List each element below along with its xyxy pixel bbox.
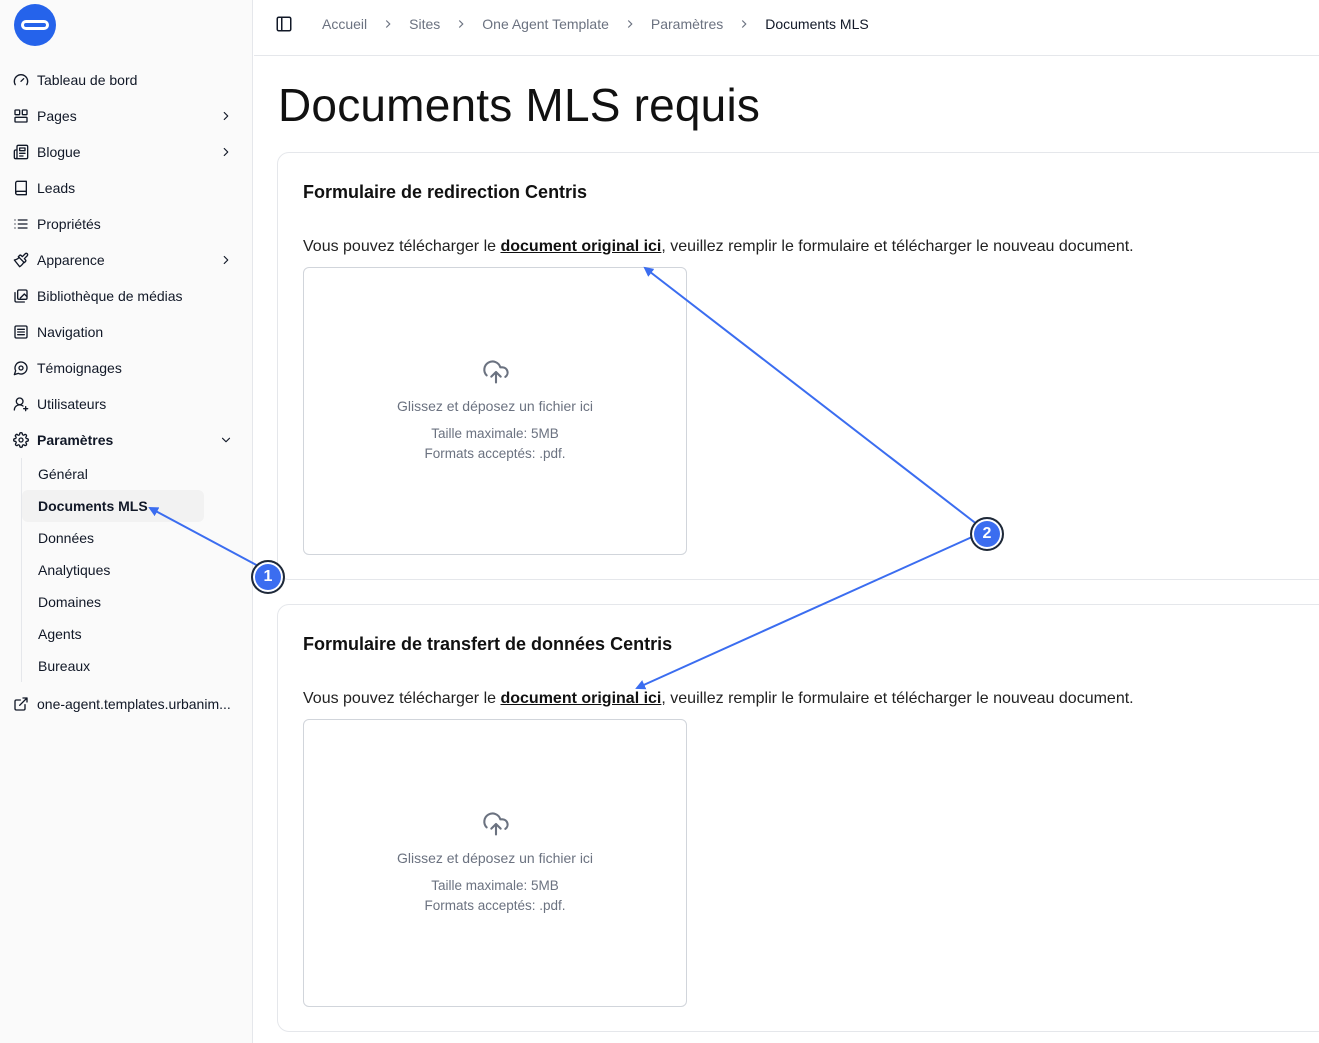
dropzone-instruction: Glissez et déposez un fichier ici bbox=[396, 398, 594, 414]
sidebar-item-label: one-agent.templates.urbanim... bbox=[37, 696, 231, 712]
sidebar-item-label: Utilisateurs bbox=[37, 396, 107, 412]
top-header: Accueil Sites One Agent Template Paramèt… bbox=[254, 0, 1319, 56]
original-document-link[interactable]: document original ici bbox=[500, 690, 661, 707]
section-description: Vous pouvez télécharger le document orig… bbox=[303, 238, 1134, 256]
panel-left-icon bbox=[276, 16, 292, 32]
gear-icon bbox=[13, 432, 29, 448]
sidebar-external-site-link[interactable]: one-agent.templates.urbanim... bbox=[0, 686, 253, 722]
breadcrumb-settings[interactable]: Paramètres bbox=[651, 16, 723, 32]
cloud-upload-icon bbox=[482, 358, 510, 386]
sidebar-item-label: Pages bbox=[37, 108, 77, 124]
chevron-right-icon bbox=[454, 17, 468, 31]
sidebar-item-label: Témoignages bbox=[37, 360, 122, 376]
chevron-right-icon bbox=[623, 17, 637, 31]
sidebar-item-label: Blogue bbox=[37, 144, 81, 160]
app-logo[interactable] bbox=[14, 4, 56, 46]
breadcrumb-sites[interactable]: Sites bbox=[409, 16, 440, 32]
newspaper-icon bbox=[13, 144, 29, 160]
chevron-right-icon bbox=[219, 109, 233, 123]
sidebar: Tableau de bord Pages Blogue Leads Propr… bbox=[0, 0, 253, 1043]
sidebar-item-appearance[interactable]: Apparence bbox=[0, 242, 253, 278]
page-title: Documents MLS requis bbox=[278, 79, 761, 131]
sidebar-item-label: Propriétés bbox=[37, 216, 101, 232]
sidebar-nav: Tableau de bord Pages Blogue Leads Propr… bbox=[0, 62, 253, 722]
section-card-redirection: Formulaire de redirection Centris Vous p… bbox=[277, 152, 1319, 580]
description-text: , veuillez remplir le formulaire et télé… bbox=[661, 238, 1134, 255]
sidebar-item-dashboard[interactable]: Tableau de bord bbox=[0, 62, 253, 98]
subnav-item-analytics[interactable]: Analytiques bbox=[22, 554, 219, 586]
images-icon bbox=[13, 288, 29, 304]
subnav-item-data[interactable]: Données bbox=[22, 522, 219, 554]
users-icon bbox=[13, 396, 29, 412]
menu-square-icon bbox=[13, 324, 29, 340]
dropzone-instruction: Glissez et déposez un fichier ici bbox=[396, 850, 594, 866]
sidebar-item-users[interactable]: Utilisateurs bbox=[0, 386, 253, 422]
dropzone-max-size: Taille maximale: 5MB bbox=[431, 426, 559, 441]
chevron-right-icon bbox=[381, 17, 395, 31]
description-text: Vous pouvez télécharger le bbox=[303, 238, 501, 255]
sidebar-item-media-library[interactable]: Bibliothèque de médias bbox=[0, 278, 253, 314]
paintbrush-icon bbox=[13, 252, 29, 268]
breadcrumb: Accueil Sites One Agent Template Paramèt… bbox=[322, 16, 869, 32]
sidebar-item-label: Leads bbox=[37, 180, 76, 196]
section-title: Formulaire de redirection Centris bbox=[303, 182, 588, 202]
sidebar-item-label: Paramètres bbox=[37, 432, 114, 448]
breadcrumb-site[interactable]: One Agent Template bbox=[482, 16, 609, 32]
sidebar-item-leads[interactable]: Leads bbox=[0, 170, 253, 206]
original-document-link[interactable]: document original ici bbox=[500, 238, 661, 255]
sidebar-toggle-button[interactable] bbox=[275, 15, 293, 33]
file-dropzone[interactable]: Glissez et déposez un fichier ici Taille… bbox=[303, 267, 687, 555]
annotation-badge-1: 1 bbox=[251, 560, 285, 594]
sidebar-item-navigation[interactable]: Navigation bbox=[0, 314, 253, 350]
dropzone-max-size: Taille maximale: 5MB bbox=[431, 878, 559, 893]
breadcrumb-home[interactable]: Accueil bbox=[322, 16, 367, 32]
sidebar-item-testimonials[interactable]: Témoignages bbox=[0, 350, 253, 386]
subnav-item-documents-mls[interactable]: Documents MLS bbox=[22, 490, 204, 522]
settings-subnav: Général Documents MLS Données Analytique… bbox=[21, 458, 219, 682]
chevron-down-icon bbox=[219, 433, 233, 447]
cloud-upload-icon bbox=[482, 810, 510, 838]
subnav-item-offices[interactable]: Bureaux bbox=[22, 650, 219, 682]
subnav-item-domains[interactable]: Domaines bbox=[22, 586, 219, 618]
chevron-right-icon bbox=[219, 145, 233, 159]
sidebar-item-label: Apparence bbox=[37, 252, 105, 268]
section-title: Formulaire de transfert de données Centr… bbox=[303, 634, 673, 654]
dropzone-formats: Formats acceptés: .pdf. bbox=[424, 446, 566, 461]
sidebar-item-label: Navigation bbox=[37, 324, 104, 340]
dropzone-formats: Formats acceptés: .pdf. bbox=[424, 898, 566, 913]
sidebar-item-blog[interactable]: Blogue bbox=[0, 134, 253, 170]
external-link-icon bbox=[13, 696, 29, 712]
sidebar-item-pages[interactable]: Pages bbox=[0, 98, 253, 134]
sidebar-item-label: Bibliothèque de médias bbox=[37, 288, 183, 304]
book-icon bbox=[13, 180, 29, 196]
chevron-right-icon bbox=[219, 253, 233, 267]
subnav-item-general[interactable]: Général bbox=[22, 458, 219, 490]
message-circle-icon bbox=[13, 360, 29, 376]
file-dropzone[interactable]: Glissez et déposez un fichier ici Taille… bbox=[303, 719, 687, 1007]
annotation-badge-2: 2 bbox=[970, 517, 1004, 551]
breadcrumb-current: Documents MLS bbox=[765, 16, 869, 32]
description-text: , veuillez remplir le formulaire et télé… bbox=[661, 690, 1134, 707]
list-icon bbox=[13, 216, 29, 232]
chevron-right-icon bbox=[737, 17, 751, 31]
sidebar-item-settings[interactable]: Paramètres bbox=[0, 422, 253, 458]
sidebar-item-label: Tableau de bord bbox=[37, 72, 138, 88]
sidebar-item-properties[interactable]: Propriétés bbox=[0, 206, 253, 242]
section-card-data-transfer: Formulaire de transfert de données Centr… bbox=[277, 604, 1319, 1032]
description-text: Vous pouvez télécharger le bbox=[303, 690, 501, 707]
gauge-icon bbox=[13, 72, 29, 88]
subnav-item-agents[interactable]: Agents bbox=[22, 618, 219, 650]
section-description: Vous pouvez télécharger le document orig… bbox=[303, 690, 1134, 708]
layout-icon bbox=[13, 108, 29, 124]
